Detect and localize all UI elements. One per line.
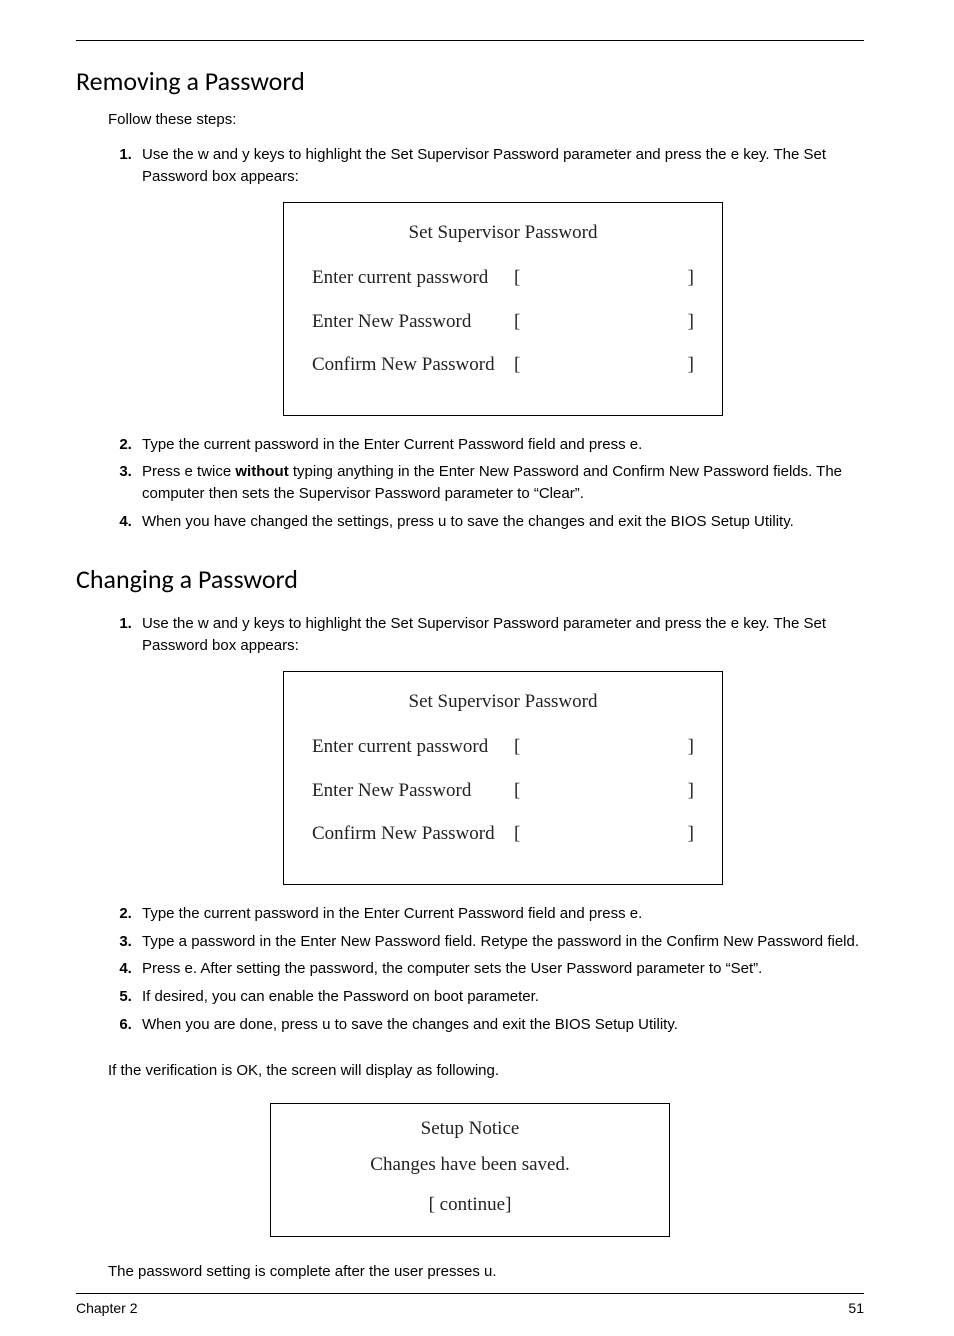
page-footer: Chapter 2 51	[76, 1293, 864, 1316]
set-supervisor-password-dialog: Set Supervisor Password Enter current pa…	[283, 202, 723, 416]
changing-step-4: Press e. After setting the password, the…	[136, 958, 864, 980]
verification-paragraph: If the verification is OK, the screen wi…	[108, 1060, 864, 1082]
key-w: w	[198, 146, 209, 163]
dialog-row-confirm-password: Confirm New Password []	[312, 820, 694, 848]
field-current-password: []	[514, 733, 694, 761]
setup-notice-dialog: Setup Notice Changes have been saved. [ …	[270, 1103, 670, 1237]
key-y: y	[242, 146, 250, 163]
heading-changing-password: Changing a Password	[76, 563, 864, 595]
text: . After setting the password, the comput…	[193, 960, 762, 977]
label-current-password: Enter current password	[312, 733, 488, 761]
text: keys to highlight the Set Supervisor Pas…	[250, 615, 731, 632]
field-new-password: []	[514, 308, 694, 336]
dialog-title: Set Supervisor Password	[312, 219, 694, 247]
key-e: e	[731, 615, 739, 632]
text: .	[492, 1263, 496, 1280]
text: .	[638, 905, 642, 922]
changing-step-2: Type the current password in the Enter C…	[136, 903, 864, 925]
dialog-row-confirm-password: Confirm New Password []	[312, 351, 694, 379]
label-confirm-password: Confirm New Password	[312, 351, 495, 379]
text: When you have changed the settings, pres…	[142, 513, 438, 530]
key-y: y	[242, 615, 250, 632]
text: keys to highlight the Set Supervisor Pas…	[250, 146, 731, 163]
key-e: e	[630, 436, 638, 453]
key-e: e	[630, 905, 638, 922]
key-e: e	[185, 463, 193, 480]
label-current-password: Enter current password	[312, 264, 488, 292]
text: Type the current password in the Enter C…	[142, 905, 630, 922]
text: to save the changes and exit the BIOS Se…	[330, 1016, 677, 1033]
dialog-row-new-password: Enter New Password []	[312, 308, 694, 336]
dialog-row-new-password: Enter New Password []	[312, 777, 694, 805]
text: Use the	[142, 615, 198, 632]
label-new-password: Enter New Password	[312, 777, 471, 805]
dialog-row-current-password: Enter current password []	[312, 733, 694, 761]
changing-step-5: If desired, you can enable the Password …	[136, 986, 864, 1008]
text: twice	[193, 463, 236, 480]
text: Type the current password in the Enter C…	[142, 436, 630, 453]
removing-steps-list: Use the w and y keys to highlight the Se…	[108, 138, 864, 539]
footer-page-number: 51	[848, 1300, 864, 1316]
text: .	[638, 436, 642, 453]
set-supervisor-password-dialog-2: Set Supervisor Password Enter current pa…	[283, 671, 723, 885]
footer-chapter: Chapter 2	[76, 1300, 137, 1316]
heading-removing-password: Removing a Password	[76, 65, 864, 97]
notice-title: Setup Notice	[299, 1118, 641, 1140]
text: and	[209, 146, 242, 163]
document-page: Removing a Password Follow these steps: …	[0, 0, 954, 1336]
changing-steps-list: Use the w and y keys to highlight the Se…	[108, 607, 864, 1041]
text: Use the	[142, 146, 198, 163]
label-confirm-password: Confirm New Password	[312, 820, 495, 848]
changing-step-1: Use the w and y keys to highlight the Se…	[136, 613, 864, 885]
removing-step-3: Press e twice without typing anything in…	[136, 461, 864, 505]
removing-step-2: Type the current password in the Enter C…	[136, 434, 864, 456]
dialog-title: Set Supervisor Password	[312, 688, 694, 716]
text: Press	[142, 960, 185, 977]
field-confirm-password: []	[514, 351, 694, 379]
text: When you are done, press	[142, 1016, 322, 1033]
removing-step-4: When you have changed the settings, pres…	[136, 511, 864, 533]
field-new-password: []	[514, 777, 694, 805]
changing-step-3: Type a password in the Enter New Passwor…	[136, 931, 864, 953]
key-w: w	[198, 615, 209, 632]
closing-paragraph: The password setting is complete after t…	[108, 1261, 864, 1283]
field-confirm-password: []	[514, 820, 694, 848]
notice-continue-button: [ continue]	[299, 1194, 641, 1216]
text: Press	[142, 463, 185, 480]
key-e: e	[185, 960, 193, 977]
field-current-password: []	[514, 264, 694, 292]
dialog-row-current-password: Enter current password []	[312, 264, 694, 292]
top-horizontal-rule	[76, 40, 864, 41]
text: and	[209, 615, 242, 632]
text: to save the changes and exit the BIOS Se…	[446, 513, 793, 530]
removing-step-1: Use the w and y keys to highlight the Se…	[136, 144, 864, 416]
bold-without: without	[235, 463, 288, 480]
text: The password setting is complete after t…	[108, 1263, 484, 1280]
section-spacer	[76, 539, 864, 563]
key-e: e	[731, 146, 739, 163]
label-new-password: Enter New Password	[312, 308, 471, 336]
bottom-horizontal-rule	[76, 1293, 864, 1294]
removing-lead-text: Follow these steps:	[108, 109, 864, 130]
changing-step-6: When you are done, press u to save the c…	[136, 1014, 864, 1036]
notice-message: Changes have been saved.	[299, 1154, 641, 1176]
